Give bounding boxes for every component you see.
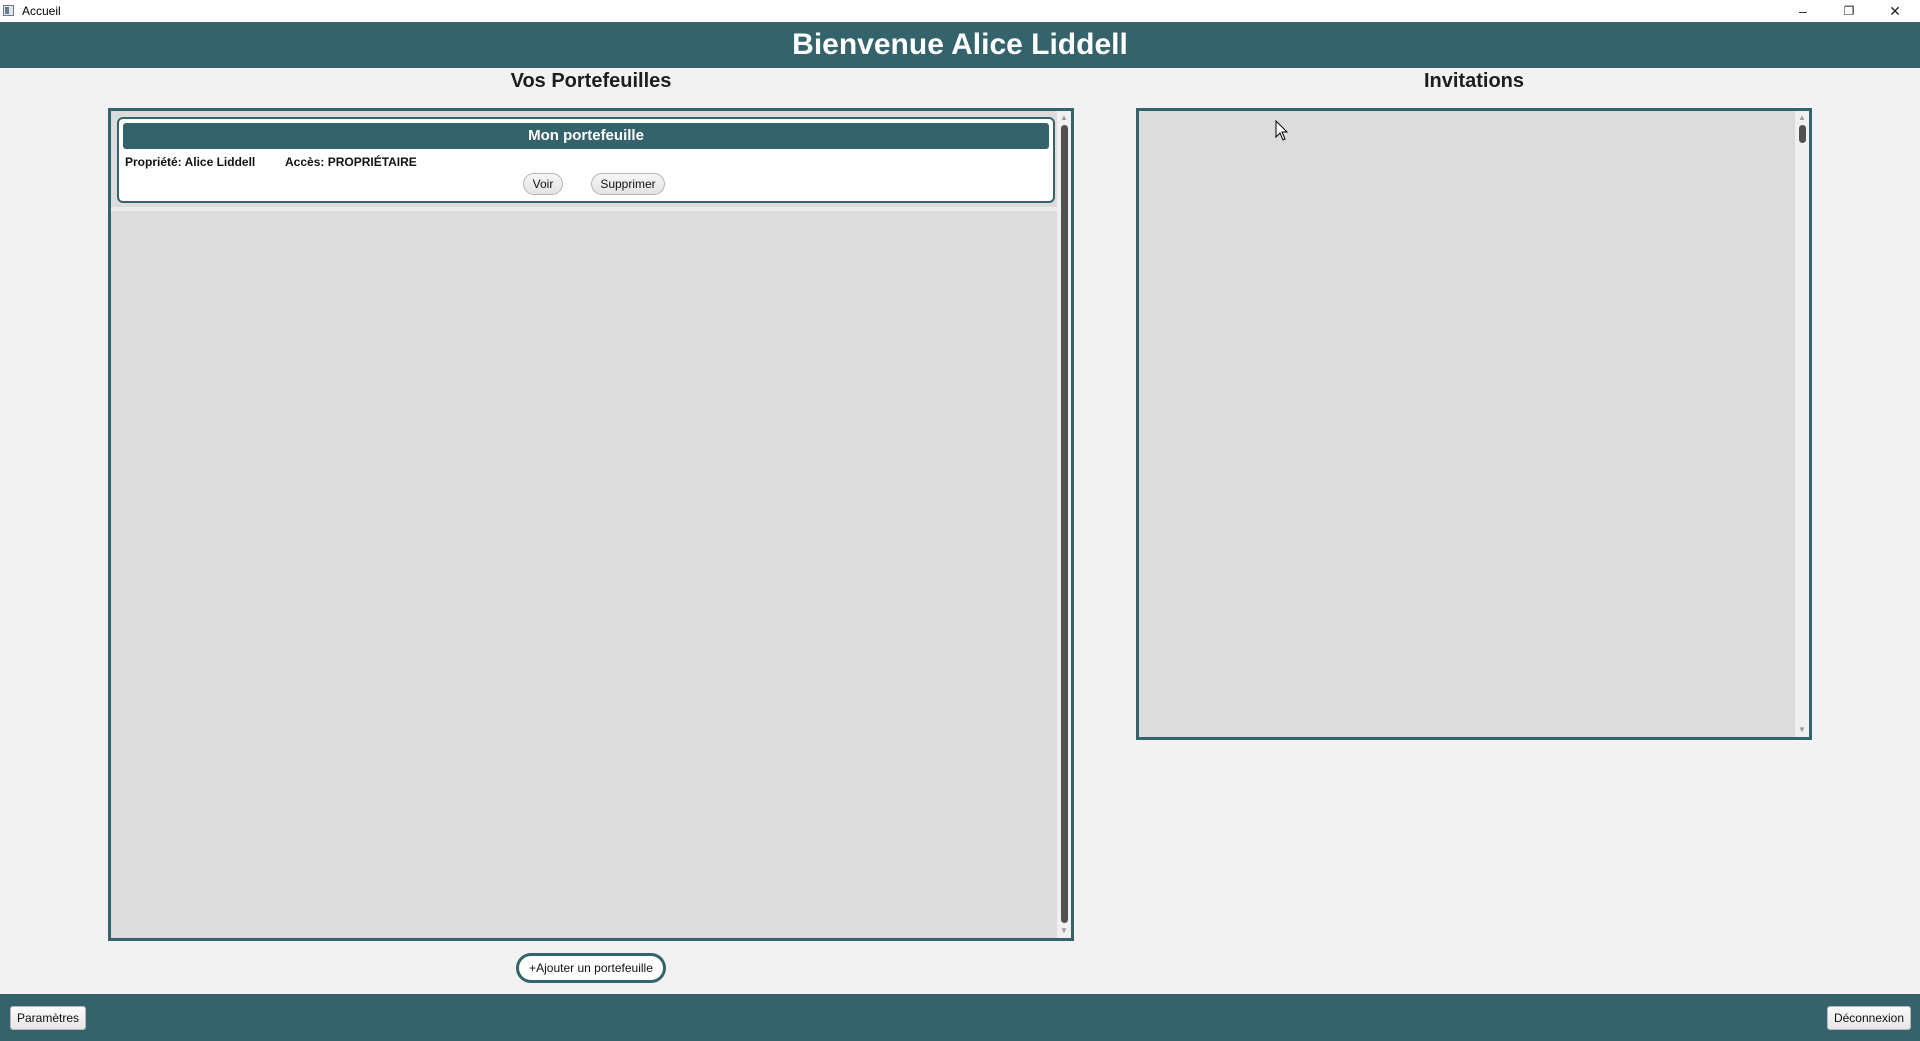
minimize-button[interactable]: –	[1780, 0, 1826, 22]
invitations-section-title: Invitations	[1423, 70, 1524, 92]
invitations-scrollbar[interactable]: ▲ ▼	[1795, 111, 1809, 737]
portfolio-card: Mon portefeuille Propriété: Alice Liddel…	[117, 117, 1055, 203]
portfolios-section-title: Vos Portefeuilles	[510, 70, 672, 92]
portfolio-owner: Propriété: Alice Liddell	[125, 155, 256, 169]
window-title: Accueil	[22, 4, 61, 18]
welcome-header: Bienvenue Alice Liddell	[0, 22, 1920, 68]
portfolios-list[interactable]: Mon portefeuille Propriété: Alice Liddel…	[108, 108, 1074, 941]
delete-portfolio-button[interactable]: Supprimer	[591, 173, 665, 195]
portfolios-scrollbar[interactable]: ▲ ▼	[1057, 111, 1071, 938]
close-icon: ✕	[1889, 2, 1901, 19]
portfolio-name: Mon portefeuille	[123, 123, 1049, 149]
app-icon	[3, 5, 14, 16]
invitations-list[interactable]: ▲ ▼	[1136, 108, 1812, 740]
portfolio-access: Accès: PROPRIÉTAIRE	[285, 155, 417, 169]
footer-bar: Paramètres Déconnexion	[0, 994, 1920, 1041]
settings-button[interactable]: Paramètres	[10, 1006, 86, 1030]
card-separator	[111, 207, 1059, 211]
restore-icon: ❐	[1843, 4, 1855, 18]
scroll-up-icon[interactable]: ▲	[1798, 114, 1806, 122]
scroll-down-icon[interactable]: ▼	[1060, 927, 1068, 935]
minimize-icon: –	[1799, 3, 1807, 19]
add-portfolio-button[interactable]: +Ajouter un portefeuille	[516, 953, 666, 983]
logout-button[interactable]: Déconnexion	[1827, 1006, 1911, 1030]
welcome-title: Bienvenue Alice Liddell	[792, 28, 1128, 61]
mouse-cursor-icon	[1275, 120, 1289, 141]
close-button[interactable]: ✕	[1872, 0, 1918, 22]
restore-button[interactable]: ❐	[1826, 0, 1872, 22]
scroll-up-icon[interactable]: ▲	[1060, 114, 1068, 122]
window-titlebar: Accueil – ❐ ✕	[0, 0, 1920, 22]
invitations-scroll-thumb[interactable]	[1799, 125, 1806, 143]
scroll-down-icon[interactable]: ▼	[1798, 726, 1806, 734]
view-portfolio-button[interactable]: Voir	[523, 173, 563, 195]
portfolios-scroll-thumb[interactable]	[1061, 125, 1068, 923]
